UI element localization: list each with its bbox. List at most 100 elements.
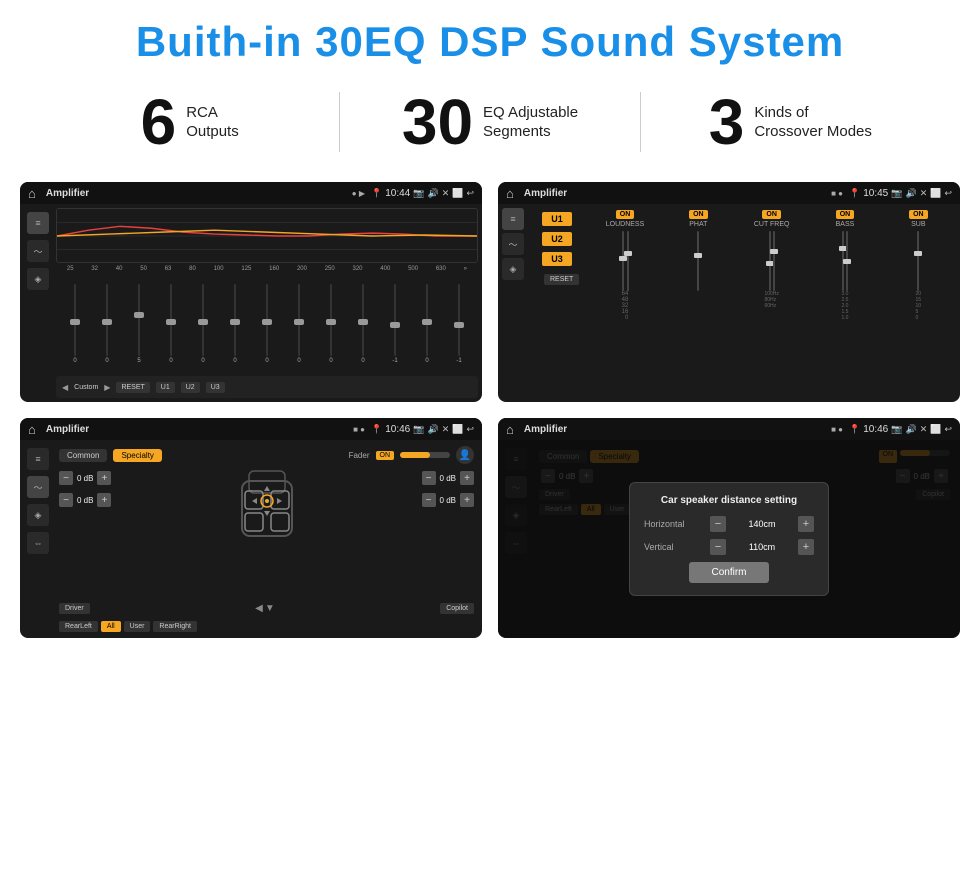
- window-icon-cross[interactable]: ⬜: [452, 424, 463, 435]
- amp-on-sub[interactable]: ON: [909, 210, 928, 219]
- eq-slider-0[interactable]: 0: [60, 284, 90, 364]
- home-icon-eq[interactable]: ⌂: [28, 186, 36, 201]
- close-icon-dialog[interactable]: ✕: [920, 424, 928, 435]
- eq-slider-5[interactable]: 0: [220, 284, 250, 364]
- cross-fader-bar[interactable]: [400, 452, 450, 458]
- close-icon-amp[interactable]: ✕: [920, 188, 928, 199]
- eq-slider-9[interactable]: 0: [348, 284, 378, 364]
- cross-fr-plus[interactable]: +: [460, 471, 474, 485]
- dialog-vertical-plus[interactable]: +: [798, 539, 814, 555]
- home-icon-dialog[interactable]: ⌂: [506, 422, 514, 437]
- cross-fl-minus[interactable]: −: [59, 471, 73, 485]
- cross-rr-plus[interactable]: +: [460, 493, 474, 507]
- window-icon-amp[interactable]: ⬜: [930, 188, 941, 199]
- amp-loudness-slider-l[interactable]: [622, 231, 624, 291]
- eq-slider-4[interactable]: 0: [188, 284, 218, 364]
- amp-cutfreq-slider-g[interactable]: [773, 231, 775, 291]
- back-icon-amp[interactable]: ↩: [944, 188, 952, 199]
- eq-sidebar-icon-eq[interactable]: ≡: [27, 212, 49, 234]
- amp-sidebar-icon-speaker[interactable]: ◈: [502, 258, 524, 280]
- eq-slider-3[interactable]: 0: [156, 284, 186, 364]
- amp-sub-slider[interactable]: [917, 231, 919, 291]
- eq-val-12: -1: [456, 358, 461, 364]
- amp-sidebar-icon-wave[interactable]: 〜: [502, 233, 524, 255]
- window-icon-eq[interactable]: ⬜: [452, 188, 463, 199]
- eq-slider-11[interactable]: 0: [412, 284, 442, 364]
- cross-sidebar-expand[interactable]: ⇔: [27, 532, 49, 554]
- eq-slider-7[interactable]: 0: [284, 284, 314, 364]
- home-icon-cross[interactable]: ⌂: [28, 422, 36, 437]
- close-icon-cross[interactable]: ✕: [442, 424, 450, 435]
- amp-on-cutfreq[interactable]: ON: [762, 210, 781, 219]
- amp-u2-btn[interactable]: U2: [542, 232, 572, 246]
- dialog-vertical-minus[interactable]: −: [710, 539, 726, 555]
- sb-icons-eq: 📍 10:44 📷 🔊 ✕ ⬜ ↩: [371, 188, 474, 199]
- eq-val-8: 0: [329, 358, 332, 364]
- cross-tab-common[interactable]: Common: [59, 449, 107, 462]
- cross-fr-minus[interactable]: −: [422, 471, 436, 485]
- amp-reset-btn[interactable]: RESET: [544, 274, 579, 285]
- eq-slider-1[interactable]: 0: [92, 284, 122, 364]
- cross-sidebar-eq[interactable]: ≡: [27, 448, 49, 470]
- eq-u3-btn[interactable]: U3: [206, 382, 225, 393]
- cross-person-btn[interactable]: 👤: [456, 446, 474, 464]
- back-icon-cross[interactable]: ↩: [466, 424, 474, 435]
- eq-slider-12[interactable]: -1: [444, 284, 474, 364]
- dialog-horizontal-plus[interactable]: +: [798, 516, 814, 532]
- cross-tab-specialty[interactable]: Specialty: [113, 449, 161, 462]
- amp-on-loudness[interactable]: ON: [616, 210, 635, 219]
- close-icon-eq[interactable]: ✕: [442, 188, 450, 199]
- amp-on-phat[interactable]: ON: [689, 210, 708, 219]
- amp-loudness-slider-r[interactable]: [627, 231, 629, 291]
- eq-slider-8[interactable]: 0: [316, 284, 346, 364]
- eq-sidebar-icon-speaker[interactable]: ◈: [27, 268, 49, 290]
- eq-prev-arrow[interactable]: ◀: [62, 383, 68, 392]
- amp-on-bass[interactable]: ON: [836, 210, 855, 219]
- cross-arrow-down[interactable]: ▼: [265, 603, 275, 614]
- amp-bass-slider-g[interactable]: [846, 231, 848, 291]
- amp-phat-slider[interactable]: [697, 231, 699, 291]
- cross-btn-rearleft[interactable]: RearLeft: [59, 621, 98, 632]
- eq-slider-2[interactable]: 5: [124, 284, 154, 364]
- screen-eq: ⌂ Amplifier ● ▶ 📍 10:44 📷 🔊 ✕ ⬜ ↩ ≡ 〜 ◈: [20, 182, 482, 402]
- eq-reset-btn[interactable]: RESET: [116, 382, 149, 393]
- cross-sidebar-wave[interactable]: 〜: [27, 476, 49, 498]
- eq-slider-10[interactable]: -1: [380, 284, 410, 364]
- sb-icons-dialog: 📍 10:46 📷 🔊 ✕ ⬜ ↩: [849, 424, 952, 435]
- back-icon-eq[interactable]: ↩: [466, 188, 474, 199]
- back-icon-dialog[interactable]: ↩: [944, 424, 952, 435]
- cross-btn-all[interactable]: All: [101, 621, 121, 632]
- freq-200: 200: [297, 266, 307, 272]
- dialog-horizontal-minus[interactable]: −: [710, 516, 726, 532]
- dialog-vertical-row: Vertical − 110cm +: [644, 539, 814, 555]
- camera-icon-dialog: 📷: [891, 424, 902, 435]
- cross-fader-on[interactable]: ON: [376, 451, 395, 460]
- cross-arrow-left[interactable]: ◀: [255, 603, 263, 614]
- eq-sidebar-icon-wave[interactable]: 〜: [27, 240, 49, 262]
- window-icon-dialog[interactable]: ⬜: [930, 424, 941, 435]
- amp-sidebar-icon-eq[interactable]: ≡: [502, 208, 524, 230]
- cross-btn-rearright[interactable]: RearRight: [153, 621, 197, 632]
- amp-u3-btn[interactable]: U3: [542, 252, 572, 266]
- eq-u1-btn[interactable]: U1: [156, 382, 175, 393]
- freq-630: 630: [436, 266, 446, 272]
- amp-channel-sub: ON SUB 20151050: [883, 210, 954, 396]
- cross-fl-plus[interactable]: +: [97, 471, 111, 485]
- eq-slider-6[interactable]: 0: [252, 284, 282, 364]
- cross-btn-driver[interactable]: Driver: [59, 603, 90, 614]
- eq-next-arrow[interactable]: ▶: [104, 383, 110, 392]
- freq-100: 100: [214, 266, 224, 272]
- cross-rl-plus[interactable]: +: [97, 493, 111, 507]
- eq-u2-btn[interactable]: U2: [181, 382, 200, 393]
- cross-btn-user[interactable]: User: [124, 621, 151, 632]
- confirm-button[interactable]: Confirm: [689, 562, 769, 583]
- cross-sidebar-speaker[interactable]: ◈: [27, 504, 49, 526]
- eq-sliders: 0 0 5 0 0: [56, 275, 478, 373]
- amp-left-panel: ≡ 〜 ◈: [502, 208, 536, 398]
- amp-cutfreq-slider-f[interactable]: [769, 231, 771, 291]
- cross-rl-minus[interactable]: −: [59, 493, 73, 507]
- cross-rr-minus[interactable]: −: [422, 493, 436, 507]
- home-icon-amp[interactable]: ⌂: [506, 186, 514, 201]
- amp-u1-btn[interactable]: U1: [542, 212, 572, 226]
- cross-btn-copilot[interactable]: Copilot: [440, 603, 474, 614]
